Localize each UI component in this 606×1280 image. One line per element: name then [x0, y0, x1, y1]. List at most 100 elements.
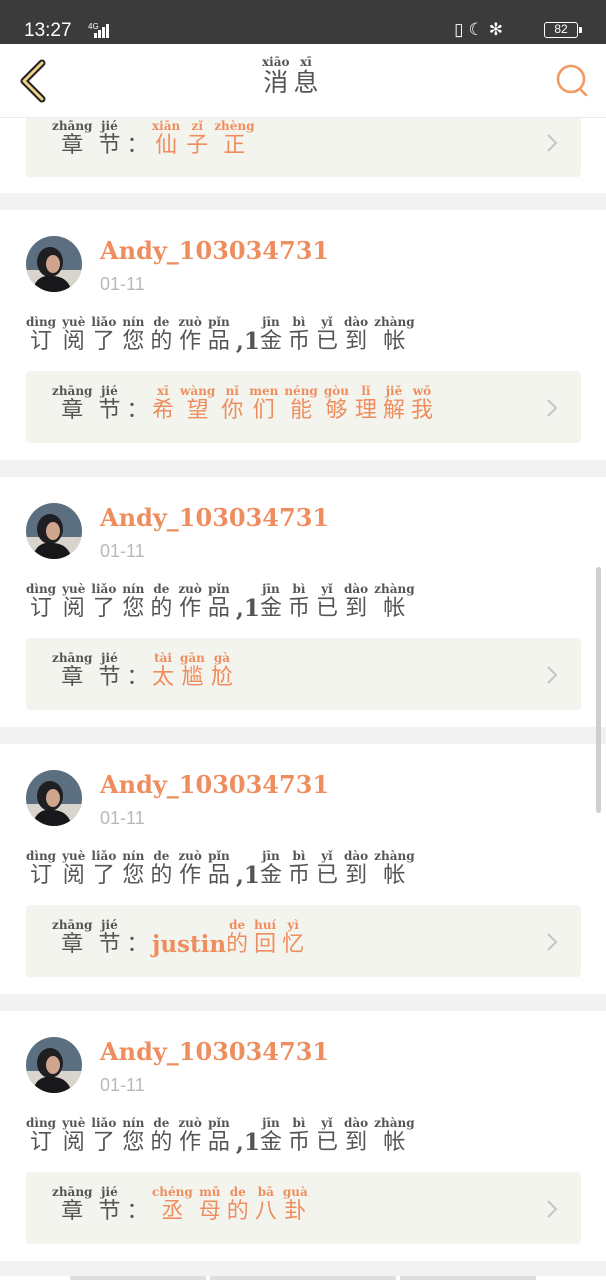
pinyin-annotation: gān [180, 651, 205, 665]
ruby-char: zuò 作 [178, 850, 202, 889]
ruby-char: dìng 订 [26, 583, 56, 622]
pinyin-annotation: tài [154, 651, 172, 665]
ruby-char: de 的 [150, 1117, 172, 1156]
message-card: Andy_103034731 01-11 dìng 订 yuè 阅 liǎo 了 nín 您 de 的… [0, 477, 606, 727]
do-not-disturb-icon: ☾ [468, 20, 489, 39]
chapter-row[interactable]: zhāng 章 jié 节 ： xī 希 wàng 望 nǐ 你 men 们 néng 能 gòu 够 lǐ 理 j… [26, 371, 581, 443]
avatar-image [26, 236, 82, 292]
hanzi-char: 金 [259, 596, 282, 621]
hanzi-char: ： [126, 1199, 149, 1224]
hanzi-char: ： [126, 665, 149, 690]
hanzi-char: 的 [226, 1199, 249, 1224]
hanzi-char: 子 [186, 133, 209, 158]
username[interactable]: Andy_103034731 [100, 236, 329, 265]
ruby-char: zhàng 帐 [374, 850, 414, 889]
chapter-row[interactable]: zhāng 章 jié 节 ： chéng 丞 mǔ 母 de 的 bā 八 guà 卦 [26, 1172, 581, 1244]
pinyin-annotation: de [153, 582, 170, 596]
pinyin-annotation: yì [287, 918, 299, 932]
ruby-char: jīn 金 [259, 1116, 282, 1156]
hanzi-char: 金 [259, 1130, 282, 1155]
chevron-left-icon [20, 59, 46, 103]
scrollbar[interactable] [596, 567, 601, 813]
hanzi-char: 我 [410, 398, 433, 423]
pinyin-annotation: yǐ [321, 849, 333, 863]
user-avatar[interactable] [26, 1037, 82, 1093]
bottom-strip [0, 1276, 606, 1280]
hanzi-char: 已 [315, 596, 338, 621]
username[interactable]: Andy_103034731 [100, 503, 329, 532]
pinyin-annotation: jīn [262, 582, 280, 596]
pinyin-annotation: dìng [26, 849, 57, 863]
pinyin-annotation: nín [122, 849, 145, 863]
ruby-char: yuè 阅 [62, 1116, 86, 1156]
hanzi-char: 望 [186, 398, 209, 423]
ruby-char: de 的 [226, 1186, 249, 1225]
hanzi-char: 品 [207, 596, 230, 621]
hanzi-char: 阅 [62, 863, 85, 888]
pinyin-annotation: jiě [385, 384, 403, 398]
back-button[interactable] [14, 58, 54, 104]
hanzi-char: 了 [92, 863, 115, 888]
pinyin-annotation: zhàng [374, 315, 415, 329]
pinyin-annotation: de [153, 315, 170, 329]
hanzi-char: 金 [259, 863, 282, 888]
pinyin-annotation: de [153, 849, 170, 863]
ruby-char: liǎo 了 [91, 850, 116, 889]
ruby-char: liǎo 了 [91, 583, 116, 622]
message-card-partial: zhāng 章 jié 节 ： xiān 仙 zǐ 子 zhèng 正 [0, 118, 606, 193]
pinyin-annotation: liǎo [91, 1116, 117, 1130]
user-avatar[interactable] [26, 236, 82, 292]
chevron-right-icon [547, 399, 558, 417]
latin-text: ,1 [235, 328, 260, 355]
hanzi-char: 的 [150, 596, 173, 621]
hanzi-char: 息 [293, 68, 319, 97]
pinyin-annotation: zhèng [214, 119, 255, 133]
user-avatar[interactable] [26, 770, 82, 826]
pinyin-annotation: yuè [62, 1116, 86, 1130]
pinyin-annotation: nín [122, 315, 145, 329]
chapter-name: xiān 仙 zǐ 子 zhèng 正 [152, 119, 261, 159]
ruby-char: zhèng 正 [214, 119, 255, 159]
ruby-char: dìng 订 [26, 849, 57, 889]
chevron-right-icon [547, 666, 558, 684]
ruby-char: huí 回 [254, 918, 277, 958]
ruby-char: dào 到 [344, 583, 368, 622]
ruby-char: nín 您 [122, 583, 144, 622]
chapter-row[interactable]: zhāng 章 jié 节 ： tài 太 gān 尴 gà 尬 [26, 638, 581, 710]
ruby-char: wàng 望 [180, 385, 215, 424]
hanzi-char: 到 [345, 863, 368, 888]
pinyin-annotation: huí [254, 918, 277, 932]
hanzi-char: ： [126, 133, 149, 158]
status-icons: ▯☾✻ [454, 20, 508, 40]
hanzi-char: 们 [252, 398, 275, 423]
hanzi-char: 你 [221, 398, 244, 423]
pinyin-annotation: jīn [262, 1116, 280, 1130]
pinyin-annotation: xiān [152, 119, 181, 133]
ruby-char: chéng 丞 [152, 1186, 193, 1225]
pinyin-annotation: jīn [262, 315, 280, 329]
latin-text: justin [152, 931, 227, 958]
ruby-char: yuè 阅 [62, 583, 85, 622]
pinyin-annotation: bā [257, 1185, 274, 1199]
hanzi-char: 品 [207, 863, 230, 888]
ruby-char: jiě 解 [383, 384, 405, 424]
hanzi-char: 您 [122, 863, 145, 888]
pinyin-annotation: jié [101, 918, 118, 932]
user-avatar[interactable] [26, 503, 82, 559]
ruby-char: zuò 作 [178, 1116, 202, 1156]
pinyin-annotation: zuò [178, 1116, 202, 1130]
search-button[interactable] [554, 62, 590, 98]
ruby-char: yǐ 已 [315, 583, 338, 622]
hanzi-char: 订 [30, 596, 53, 621]
message-text: dìng 订 yuè 阅 liǎo 了 nín 您 de 的 zuò 作 pǐn 品 ,1 jīn 金 bì 币 yǐ… [26, 1116, 421, 1156]
avatar-image [26, 770, 82, 826]
ruby-char: xiān 仙 [152, 119, 181, 159]
username[interactable]: Andy_103034731 [100, 770, 329, 799]
header-bar: xiāo 消 xī 息 [0, 44, 606, 118]
pinyin-annotation: jié [101, 1185, 118, 1199]
ruby-char: zhāng 章 [52, 1186, 92, 1225]
hanzi-char: 章 [61, 1199, 84, 1224]
username[interactable]: Andy_103034731 [100, 1037, 329, 1066]
chapter-row[interactable]: zhāng 章 jié 节 ： xiān 仙 zǐ 子 zhèng 正 [26, 118, 581, 177]
chapter-row[interactable]: zhāng 章 jié 节 ： justin de 的 huí 回 yì 忆 [26, 905, 581, 977]
